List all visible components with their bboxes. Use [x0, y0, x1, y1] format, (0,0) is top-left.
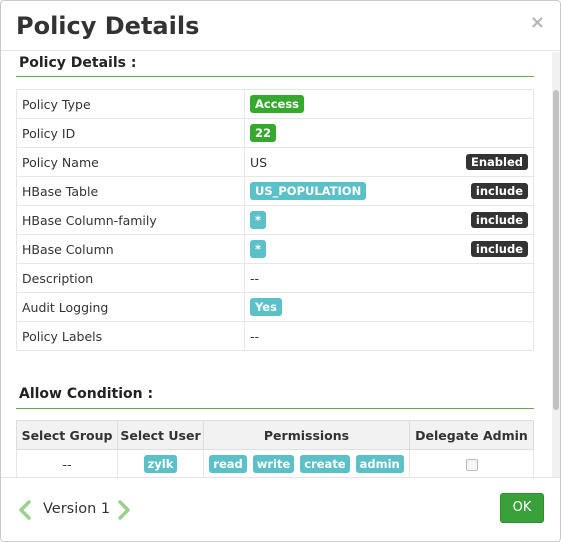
table-row: Policy Name US Enabled	[16, 147, 534, 177]
table-row: Description --	[16, 263, 534, 293]
modal-footer: Version 1 OK	[1, 477, 560, 541]
policy-type-label: Policy Type	[16, 89, 245, 119]
permissions-header: Permissions	[203, 420, 410, 450]
user-badge: zylk	[143, 455, 178, 473]
policy-id-label: Policy ID	[16, 118, 245, 148]
next-version-icon[interactable]	[117, 500, 131, 520]
status-badge: Enabled	[465, 154, 528, 170]
section-divider	[16, 76, 534, 77]
hbase-column-badge: *	[250, 240, 267, 258]
permission-badge-create: create	[300, 455, 350, 473]
version-label: Version 1	[43, 501, 111, 517]
policy-name-value: US	[250, 154, 268, 170]
description-value: --	[244, 263, 534, 293]
scrollbar[interactable]	[552, 52, 560, 478]
description-label: Description	[16, 263, 245, 293]
table-row: Policy ID 22	[16, 118, 534, 148]
policy-labels-value: --	[244, 321, 534, 351]
scrollbar-thumb[interactable]	[553, 90, 559, 410]
permission-badge-write: write	[252, 455, 295, 473]
modal-body: Policy Details : Policy Type Access Poli…	[1, 52, 560, 478]
hbase-column-label: HBase Column	[16, 234, 245, 264]
table-row: Policy Type Access	[16, 89, 534, 119]
previous-version-icon[interactable]	[18, 500, 32, 520]
hbase-table-badge: US_POPULATION	[250, 182, 367, 200]
table-header-row: Select Group Select User Permissions Del…	[16, 420, 534, 450]
policy-name-label: Policy Name	[16, 147, 245, 177]
select-group-header: Select Group	[16, 420, 118, 450]
select-group-value: --	[16, 449, 118, 478]
hbase-column-family-badge: *	[250, 211, 267, 229]
table-row: -- zylk read write create admin	[16, 449, 534, 478]
permissions-cell: read write create admin	[203, 449, 410, 478]
hbase-table-label: HBase Table	[16, 176, 245, 206]
table-row: HBase Column-family * include	[16, 205, 534, 235]
table-row: Audit Logging Yes	[16, 292, 534, 322]
policy-details-modal: Policy Details × Policy Details : Policy…	[0, 0, 561, 542]
allow-condition-table: Select Group Select User Permissions Del…	[16, 420, 534, 478]
audit-logging-badge: Yes	[250, 298, 282, 316]
include-badge: include	[470, 183, 528, 199]
permission-badge-admin: admin	[355, 455, 404, 473]
hbase-column-family-label: HBase Column-family	[16, 205, 245, 235]
include-badge: include	[470, 241, 528, 257]
policy-id-badge: 22	[250, 124, 277, 142]
audit-logging-label: Audit Logging	[16, 292, 245, 322]
delegate-admin-header: Delegate Admin	[409, 420, 534, 450]
close-icon[interactable]: ×	[530, 14, 545, 32]
allow-condition-section-title: Allow Condition :	[19, 386, 154, 402]
table-row: Policy Labels --	[16, 321, 534, 351]
policy-details-section-title: Policy Details :	[19, 55, 137, 71]
ok-button[interactable]: OK	[500, 493, 544, 523]
policy-type-badge: Access	[250, 95, 305, 113]
permission-badge-read: read	[209, 455, 247, 473]
table-row: HBase Table US_POPULATION include	[16, 176, 534, 206]
include-badge: include	[470, 212, 528, 228]
select-user-header: Select User	[117, 420, 204, 450]
modal-title: Policy Details	[16, 12, 200, 40]
table-row: HBase Column * include	[16, 234, 534, 264]
policy-labels-label: Policy Labels	[16, 321, 245, 351]
modal-header: Policy Details ×	[1, 1, 560, 51]
policy-details-table: Policy Type Access Policy ID 22 Policy N…	[16, 89, 534, 351]
section-divider	[16, 408, 534, 409]
delegate-admin-checkbox[interactable]	[465, 459, 478, 471]
